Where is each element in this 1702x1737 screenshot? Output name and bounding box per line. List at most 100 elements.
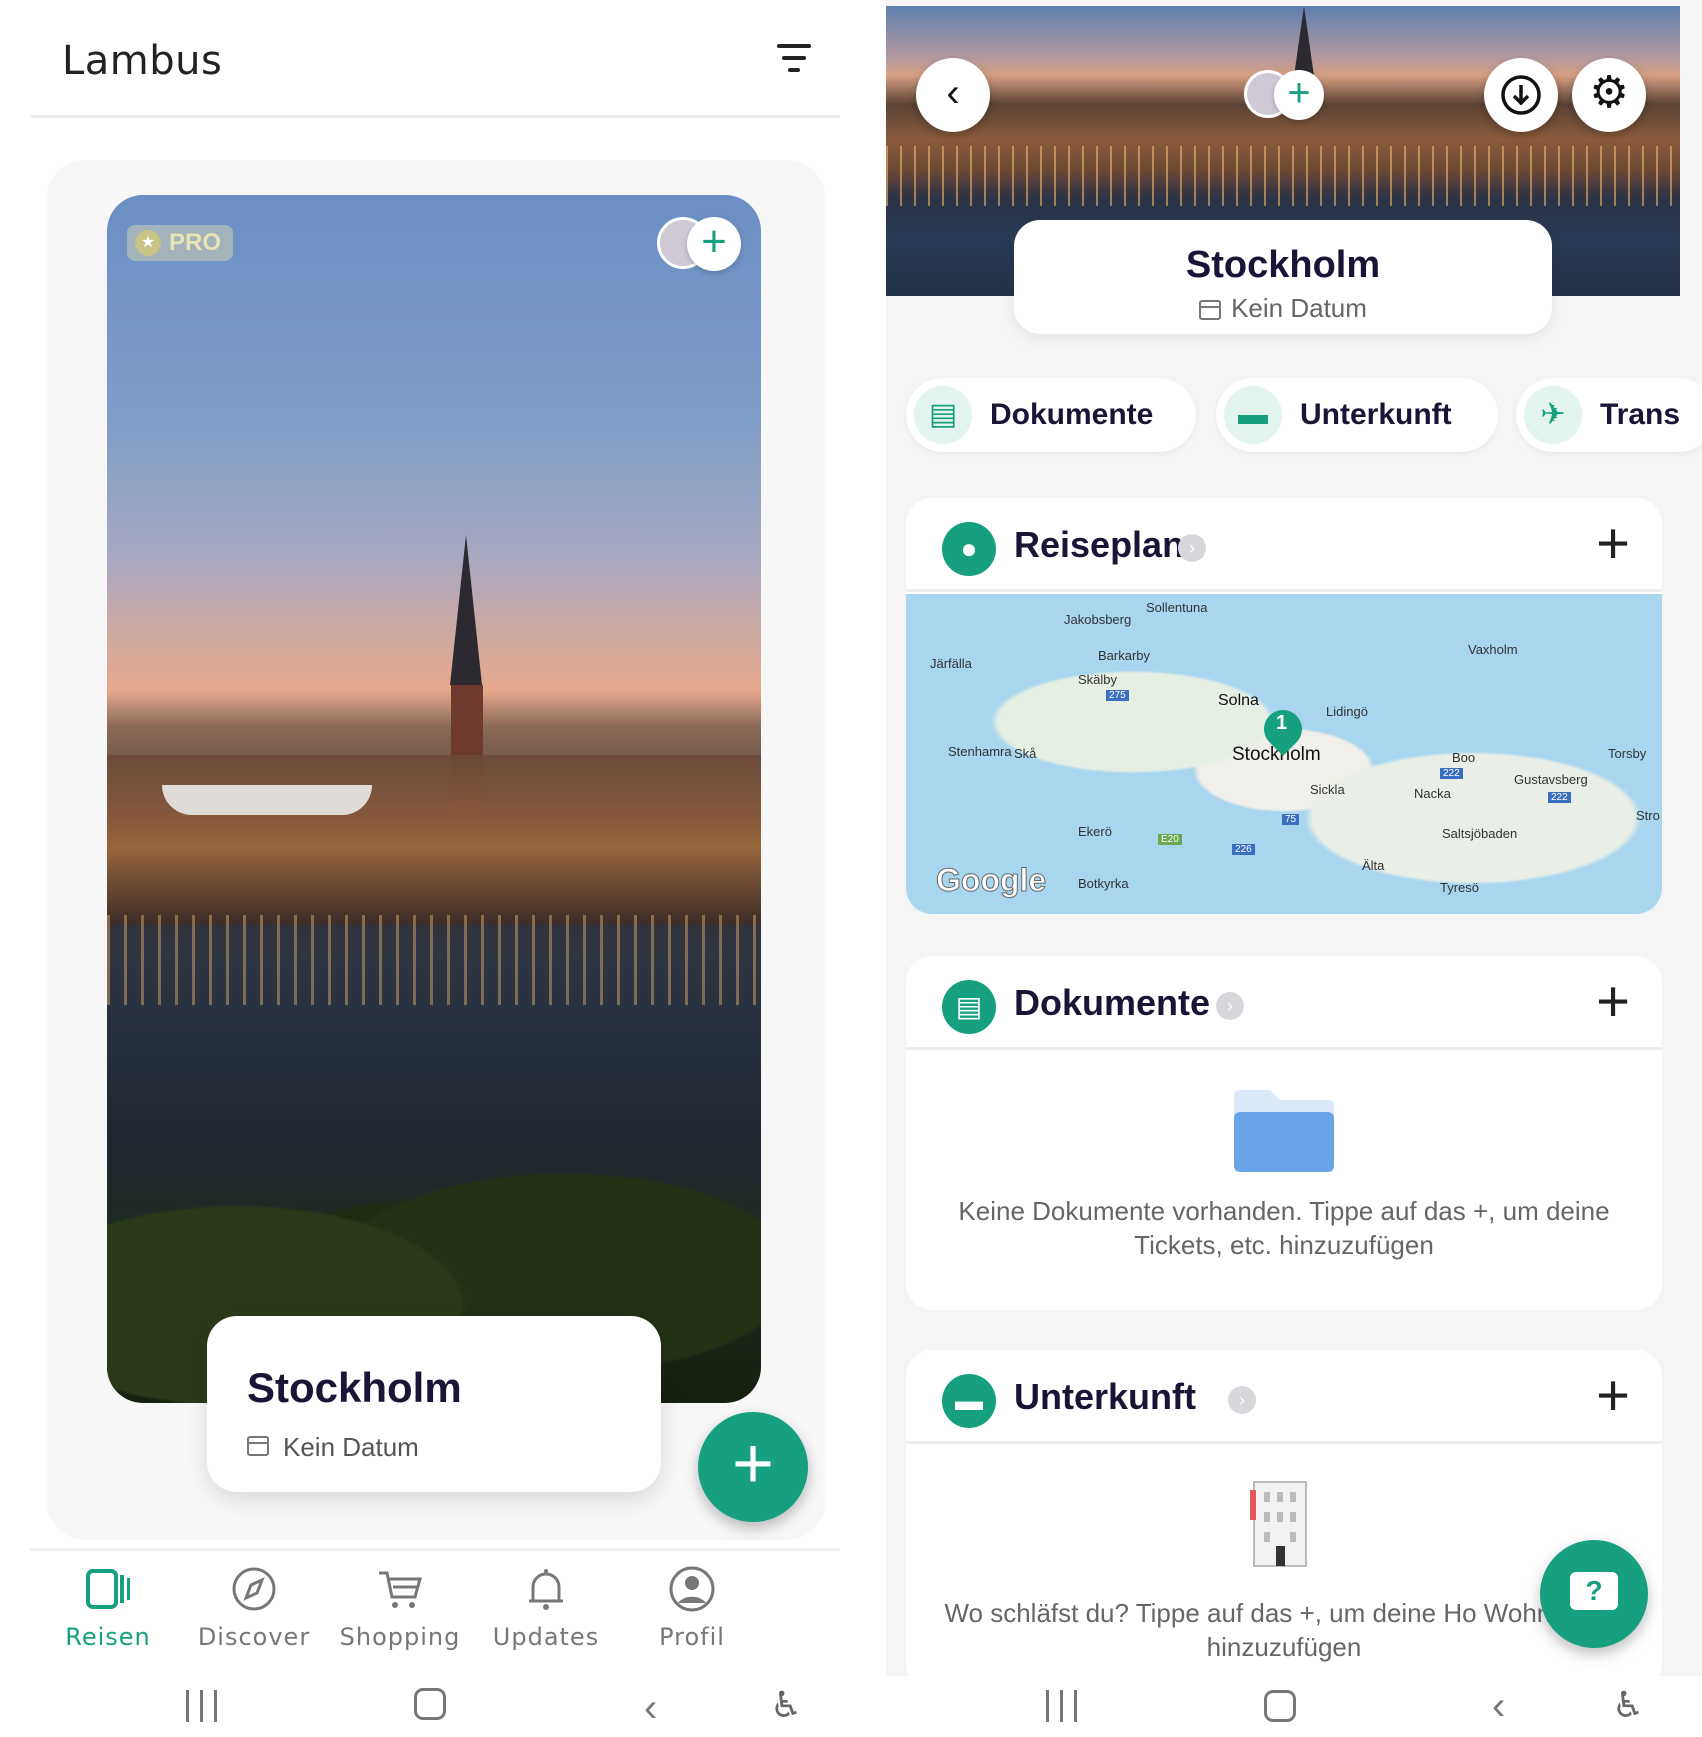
map-place: Saltsjöbaden <box>1442 826 1518 841</box>
nav-profil[interactable]: Profil <box>622 1565 762 1651</box>
empty-state-text: Keine Dokumente vorhanden. Tippe auf das… <box>958 1196 1610 1260</box>
star-icon: ★ <box>135 230 161 256</box>
shopping-cart-icon <box>375 1565 425 1613</box>
map-place: Gustavsberg <box>1514 772 1588 787</box>
app-title: Lambus <box>62 38 223 84</box>
google-logo: Google <box>935 862 1047 899</box>
trip-label-card[interactable]: Stockholm Kein Datum <box>207 1316 661 1492</box>
water-reflections <box>107 915 761 1005</box>
map-view[interactable]: Sollentuna Jakobsberg Barkarby Järfälla … <box>906 594 1662 914</box>
trip-name: Stockholm <box>247 1364 462 1411</box>
profile-icon <box>667 1565 717 1613</box>
add-accommodation-button[interactable]: + <box>1596 1364 1630 1428</box>
chip-dokumente[interactable]: ▤ Dokumente <box>906 378 1196 452</box>
section-title[interactable]: Unterkunft <box>1014 1376 1196 1418</box>
add-trip-button[interactable]: + <box>698 1412 808 1522</box>
church-spire <box>1294 6 1314 76</box>
road-shield: 222 <box>1548 792 1571 803</box>
category-chips: ▤ Dokumente ▬ Unterkunft ✈ Trans <box>906 378 1702 454</box>
chip-label: Dokumente <box>990 398 1154 431</box>
back-nav-icon[interactable]: ‹ <box>644 1686 657 1731</box>
trip-title-card: Stockholm Kein Datum <box>1014 220 1552 334</box>
chip-unterkunft[interactable]: ▬ Unterkunft <box>1216 378 1498 452</box>
add-reiseplan-button[interactable]: + <box>1596 512 1630 576</box>
trip-name: Stockholm <box>1185 244 1381 286</box>
map-place: Solna <box>1218 692 1259 709</box>
nav-label-discover: Discover <box>197 1623 311 1651</box>
accessibility-icon[interactable]: ♿ <box>770 1684 802 1726</box>
road-shield: 275 <box>1106 690 1129 701</box>
calendar-icon <box>1199 300 1222 320</box>
nav-label-updates: Updates <box>492 1623 600 1651</box>
chip-transport[interactable]: ✈ Trans <box>1516 378 1702 452</box>
chip-label: Trans <box>1600 398 1681 431</box>
nav-updates[interactable]: Updates <box>476 1565 616 1651</box>
home-icon[interactable] <box>414 1688 446 1720</box>
map-place: Skälby <box>1078 672 1118 687</box>
section-header: ▤ Dokumente › + <box>906 956 1662 1050</box>
section-title[interactable]: Reiseplan <box>1014 524 1184 566</box>
system-nav-bar: ‹ ♿ <box>886 1676 1702 1737</box>
recents-icon[interactable] <box>186 1690 222 1722</box>
chip-label: Unterkunft <box>1300 398 1452 431</box>
chevron-right-icon[interactable]: › <box>1228 1386 1256 1414</box>
home-icon[interactable] <box>1264 1690 1296 1722</box>
pro-badge-label: PRO <box>169 229 222 256</box>
trip-detail-screen: ‹ + ⚙ Stockholm Kein Datum ▤ Dokumente ▬… <box>886 0 1702 1737</box>
reisen-icon <box>83 1565 133 1613</box>
map-place: Jakobsberg <box>1064 612 1132 627</box>
trip-card-image[interactable]: ★ PRO + <box>107 195 761 1403</box>
add-person-icon: + <box>1274 70 1324 120</box>
bed-icon: ▬ <box>942 1374 996 1428</box>
settings-button[interactable]: ⚙ <box>1572 58 1646 132</box>
recents-icon[interactable] <box>1046 1690 1082 1722</box>
trip-date-row: Kein Datum <box>1014 293 1552 324</box>
map-place: Boo <box>1452 750 1476 765</box>
map-place: Stro <box>1636 808 1660 823</box>
download-button[interactable] <box>1484 58 1558 132</box>
nav-discover[interactable]: Discover <box>184 1565 324 1651</box>
nav-label-reisen: Reisen <box>65 1623 151 1651</box>
back-nav-icon[interactable]: ‹ <box>1492 1684 1505 1729</box>
document-icon: ▤ <box>942 980 996 1034</box>
help-button[interactable]: ? <box>1540 1540 1648 1648</box>
church-spire <box>450 535 482 685</box>
add-person-button[interactable]: + <box>1244 70 1326 122</box>
accessibility-icon[interactable]: ♿ <box>1612 1684 1644 1726</box>
map-place: Ekerö <box>1078 824 1112 839</box>
nav-reisen[interactable]: Reisen <box>38 1565 178 1651</box>
add-person-button[interactable]: + <box>657 217 741 273</box>
filter-icon[interactable] <box>774 44 814 78</box>
trip-date: Kein Datum <box>1231 293 1367 323</box>
section-unterkunft: ▬ Unterkunft › + Wo schläfst du? Tippe a… <box>906 1350 1662 1690</box>
map-place: Järfälla <box>930 656 972 671</box>
gear-icon: ⚙ <box>1589 68 1629 117</box>
pro-badge: ★ PRO <box>127 225 234 261</box>
back-icon: ‹ <box>946 71 960 115</box>
trip-date: Kein Datum <box>283 1432 419 1462</box>
nav-shopping[interactable]: Shopping <box>330 1565 470 1651</box>
map-place: Torsby <box>1608 746 1647 761</box>
road-shield: 75 <box>1282 814 1300 825</box>
bed-icon: ▬ <box>1224 386 1282 444</box>
map-place: Älta <box>1362 858 1385 873</box>
city-skyline <box>107 755 761 925</box>
chevron-right-icon[interactable]: › <box>1178 534 1206 562</box>
help-icon: ? <box>1570 1572 1618 1610</box>
map-place: Botkyrka <box>1078 876 1129 891</box>
map-marker-number: 1 <box>1276 712 1288 734</box>
section-title[interactable]: Dokumente <box>1014 982 1210 1024</box>
add-document-button[interactable]: + <box>1596 970 1630 1034</box>
download-icon <box>1501 75 1541 115</box>
map-place: Nacka <box>1414 786 1451 801</box>
road-shield: E20 <box>1158 834 1182 845</box>
map-place: Vaxholm <box>1468 642 1518 657</box>
chevron-right-icon[interactable]: › <box>1216 992 1244 1020</box>
nav-label-shopping: Shopping <box>339 1623 461 1651</box>
map-place: Tyresö <box>1440 880 1480 895</box>
building-icon <box>1250 1478 1310 1573</box>
system-nav-bar: ‹ ♿ <box>0 1680 870 1737</box>
discover-icon <box>229 1565 279 1613</box>
back-button[interactable]: ‹ <box>916 58 990 132</box>
add-person-icon: + <box>687 217 741 271</box>
